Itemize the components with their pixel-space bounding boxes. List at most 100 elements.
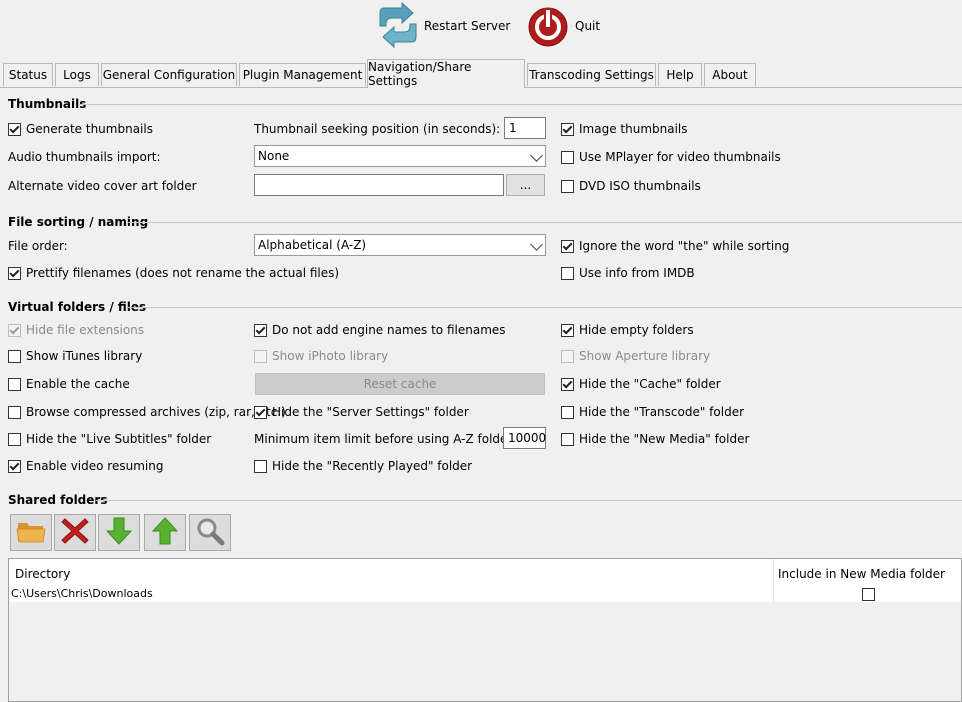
audio-thumbnails-select[interactable]: None	[254, 145, 546, 167]
tab-transcoding-settings[interactable]: Transcoding Settings	[527, 63, 656, 86]
column-directory[interactable]: Directory	[15, 567, 70, 581]
reset-cache-button[interactable]: Reset cache	[255, 373, 545, 395]
checkbox-box	[561, 122, 574, 136]
hide-recently-played-checkbox[interactable]: Hide the "Recently Played" folder	[254, 459, 472, 473]
seek-position-input[interactable]: 1	[504, 117, 546, 139]
az-limit-input[interactable]: 10000	[503, 427, 546, 449]
checkbox-label: Hide the "Live Subtitles" folder	[26, 432, 212, 446]
checkbox-label: Enable video resuming	[26, 459, 164, 473]
prettify-filenames-checkbox[interactable]: Prettify filenames (does not rename the …	[8, 266, 339, 280]
browse-button[interactable]: ...	[506, 174, 545, 196]
checkbox-label: Hide the "Server Settings" folder	[272, 405, 469, 419]
audio-thumbnails-label: Audio thumbnails import:	[8, 150, 161, 164]
sorting-divider	[127, 222, 962, 223]
checkbox-box	[254, 323, 267, 337]
virtual-section-title: Virtual folders / files	[8, 300, 147, 314]
checkbox-label: Enable the cache	[26, 377, 130, 391]
checkbox-label: Prettify filenames (does not rename the …	[26, 266, 340, 280]
shared-section-title: Shared folders	[8, 493, 108, 507]
hide-empty-folders-checkbox[interactable]: Hide empty folders	[561, 323, 694, 337]
chevron-down-icon	[530, 238, 543, 251]
checkbox-box	[8, 459, 21, 473]
tab-general-configuration[interactable]: General Configuration	[101, 63, 237, 86]
arrow-up-icon	[151, 516, 179, 549]
column-include-new-media[interactable]: Include in New Media folder	[778, 567, 945, 581]
move-down-button[interactable]	[98, 514, 140, 551]
az-limit-label: Minimum item limit before using A-Z fold…	[254, 432, 523, 446]
show-itunes-checkbox[interactable]: Show iTunes library	[8, 349, 142, 363]
thumbnails-divider	[78, 104, 962, 105]
tab-about[interactable]: About	[704, 63, 756, 86]
checkbox-box	[8, 323, 21, 337]
checkbox-box	[561, 179, 574, 193]
generate-thumbnails-checkbox[interactable]: Generate thumbnails	[8, 122, 153, 136]
seek-position-label: Thumbnail seeking position (in seconds):	[254, 122, 501, 136]
remove-folder-button[interactable]	[54, 514, 96, 551]
select-value: Alphabetical (A-Z)	[258, 238, 367, 252]
checkbox-box	[561, 349, 574, 363]
tab-status[interactable]: Status	[3, 63, 53, 86]
no-engine-names-checkbox[interactable]: Do not add engine names to filenames	[254, 323, 506, 337]
virtual-divider	[128, 307, 962, 308]
enable-video-resuming-checkbox[interactable]: Enable video resuming	[8, 459, 163, 473]
checkbox-label: Ignore the word "the" while sorting	[579, 239, 790, 253]
checkbox-box	[8, 405, 21, 419]
magnifier-icon	[195, 516, 225, 549]
checkbox-box	[8, 377, 21, 391]
checkbox-box	[561, 239, 574, 253]
checkbox-label: Show Aperture library	[579, 349, 711, 363]
hide-live-subtitles-checkbox[interactable]: Hide the "Live Subtitles" folder	[8, 432, 211, 446]
hide-transcode-checkbox[interactable]: Hide the "Transcode" folder	[561, 405, 744, 419]
show-iphoto-checkbox[interactable]: Show iPhoto library	[254, 349, 388, 363]
checkbox-label: Hide the "New Media" folder	[579, 432, 750, 446]
directory-cell: C:\Users\Chris\Downloads	[11, 587, 153, 600]
table-row[interactable]: C:\Users\Chris\Downloads	[9, 586, 961, 602]
alt-cover-input[interactable]	[254, 174, 504, 196]
arrow-down-icon	[105, 516, 133, 549]
chevron-down-icon	[530, 149, 543, 162]
restart-server-button[interactable]: Restart Server	[378, 0, 510, 52]
thumbnails-section-title: Thumbnails	[8, 97, 87, 111]
checkbox-label: Hide file extensions	[26, 323, 145, 337]
image-thumbnails-checkbox[interactable]: Image thumbnails	[561, 122, 688, 136]
checkbox-label: Hide the "Transcode" folder	[579, 405, 745, 419]
include-new-media-checkbox[interactable]	[862, 588, 875, 601]
hide-new-media-checkbox[interactable]: Hide the "New Media" folder	[561, 432, 749, 446]
checkbox-label: Show iPhoto library	[272, 349, 389, 363]
checkbox-box	[254, 459, 267, 473]
checkbox-label: DVD ISO thumbnails	[579, 179, 701, 193]
quit-label: Quit	[575, 19, 601, 33]
hide-server-settings-checkbox[interactable]: Hide the "Server Settings" folder	[254, 405, 469, 419]
checkbox-label: Hide the "Recently Played" folder	[272, 459, 473, 473]
show-aperture-checkbox[interactable]: Show Aperture library	[561, 349, 710, 363]
tab-navigation-share-settings[interactable]: Navigation/Share Settings	[367, 59, 525, 88]
column-separator	[773, 586, 774, 602]
checkbox-label: Generate thumbnails	[26, 122, 153, 136]
quit-button[interactable]: Quit	[527, 0, 600, 52]
browse-compressed-checkbox[interactable]: Browse compressed archives (zip, rar, et…	[8, 405, 286, 419]
table-header: Directory Include in New Media folder	[9, 559, 961, 587]
column-separator	[773, 559, 774, 586]
checkbox-box	[8, 432, 21, 446]
file-order-select[interactable]: Alphabetical (A-Z)	[254, 234, 546, 256]
ignore-the-checkbox[interactable]: Ignore the word "the" while sorting	[561, 239, 789, 253]
checkbox-box	[561, 377, 574, 391]
use-mplayer-checkbox[interactable]: Use MPlayer for video thumbnails	[561, 150, 781, 164]
restart-server-label: Restart Server	[424, 19, 511, 33]
hide-cache-folder-checkbox[interactable]: Hide the "Cache" folder	[561, 377, 721, 391]
add-folder-button[interactable]	[10, 514, 52, 551]
restart-icon	[378, 1, 418, 51]
checkbox-box	[254, 349, 267, 363]
checkbox-box	[561, 323, 574, 337]
enable-cache-checkbox[interactable]: Enable the cache	[8, 377, 130, 391]
checkbox-label: Hide empty folders	[579, 323, 694, 337]
dvd-iso-checkbox[interactable]: DVD ISO thumbnails	[561, 179, 701, 193]
hide-file-extensions-checkbox[interactable]: Hide file extensions	[8, 323, 144, 337]
checkbox-label: Browse compressed archives (zip, rar, et…	[26, 405, 286, 419]
use-imdb-checkbox[interactable]: Use info from IMDB	[561, 266, 695, 280]
tab-plugin-management[interactable]: Plugin Management	[239, 63, 366, 86]
tab-logs[interactable]: Logs	[55, 63, 99, 86]
scan-folder-button[interactable]	[189, 514, 231, 551]
move-up-button[interactable]	[144, 514, 186, 551]
tab-help[interactable]: Help	[658, 63, 702, 86]
